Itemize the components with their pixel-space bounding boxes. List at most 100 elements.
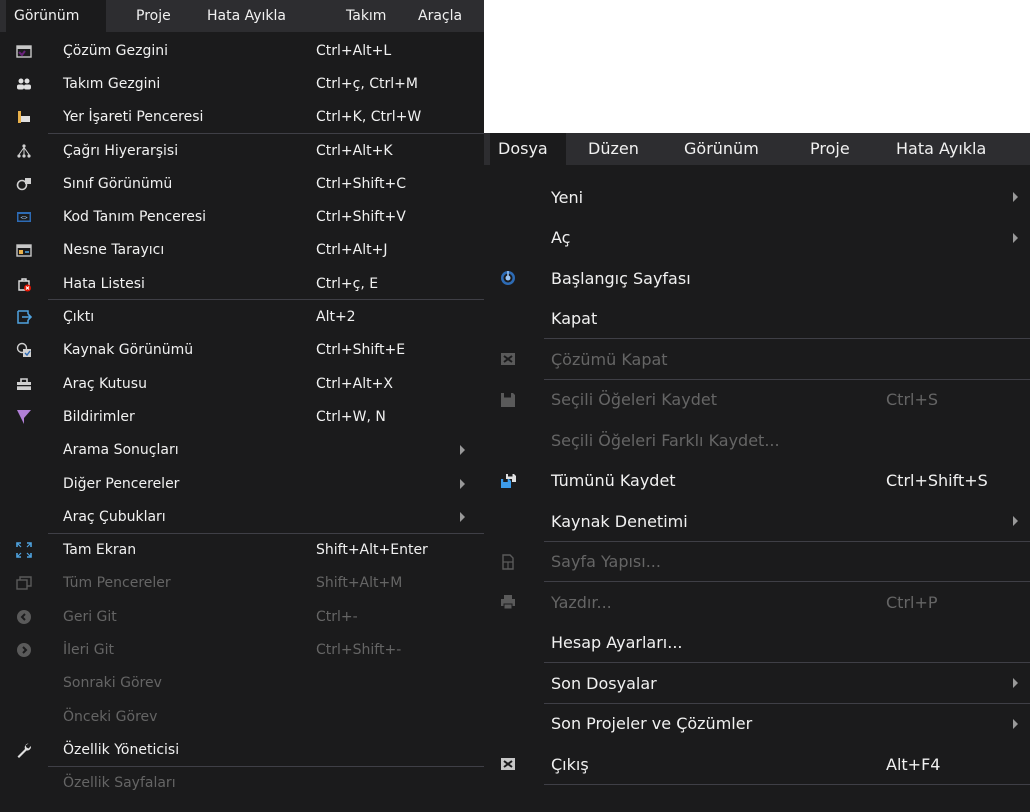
- shortcut-text: Ctrl+Shift+C: [316, 175, 406, 192]
- submenu-arrow-icon: [1013, 678, 1018, 689]
- menu-item-yer-isareti-penceresi[interactable]: Yer İşareti Penceresi Ctrl+K, Ctrl+W: [0, 101, 484, 134]
- menu-item-label: Çözümü Kapat: [551, 349, 668, 369]
- menu-item-cozumu-kapat[interactable]: Çözümü Kapat: [484, 339, 1030, 380]
- menu-item-sinif-gorunumu[interactable]: Sınıf Görünümü Ctrl+Shift+C: [0, 167, 484, 200]
- shortcut-text: Ctrl+Alt+X: [316, 375, 393, 392]
- menu-item-kaynak-denetimi[interactable]: Kaynak Denetimi: [484, 501, 1030, 542]
- menu-separator: [48, 132, 484, 134]
- menu-item-ileri-git[interactable]: İleri Git Ctrl+Shift+-: [0, 633, 484, 666]
- shortcut-text: Ctrl+-: [316, 608, 358, 625]
- menu-item-tumunu-kaydet[interactable]: Tümünü Kaydet Ctrl+Shift+S: [484, 461, 1030, 502]
- menu-separator: [544, 702, 1030, 704]
- menubar-proje[interactable]: Proje: [128, 0, 188, 32]
- menu-item-label: Tümünü Kaydet: [551, 471, 676, 491]
- menu-item-label: Hata Listesi: [63, 275, 145, 292]
- menu-item-diger-pencereler[interactable]: Diğer Pencereler: [0, 467, 484, 500]
- menu-item-label: Araç Çubukları: [63, 508, 166, 525]
- file-menu-panel: Dosya Düzen Görünüm Proje Hata Ayıkla Yeni Aç…: [484, 133, 1030, 812]
- menu-item-arac-cubuklari[interactable]: Araç Çubukları: [0, 500, 484, 533]
- menu-item-label: Aç: [551, 228, 571, 248]
- menu-item-label: Yer İşareti Penceresi: [63, 109, 204, 126]
- menu-item-label: Sonraki Görev: [63, 675, 162, 692]
- menu-item-cikis[interactable]: Çıkış Alt+F4: [484, 744, 1030, 785]
- menu-item-cagri-hiyerarsisi[interactable]: Çağrı Hiyerarşisi Ctrl+Alt+K: [0, 134, 484, 167]
- menu-item-label: Arama Sonuçları: [63, 442, 179, 459]
- menu-item-label: Yazdır...: [551, 592, 612, 612]
- menu-item-tum-pencereler[interactable]: Tüm Pencereler Shift+Alt+M: [0, 567, 484, 600]
- menu-item-label: Yeni: [551, 187, 584, 207]
- bookmark-icon: [18, 111, 30, 124]
- menu-item-label: Tüm Pencereler: [63, 575, 171, 592]
- menubar-hata-ayikla[interactable]: Hata Ayıkla: [199, 0, 327, 32]
- menu-item-onceki-gorev[interactable]: Önceki Görev: [0, 700, 484, 733]
- menu-item-son-projeler-ve-cozumler[interactable]: Son Projeler ve Çözümler: [484, 704, 1030, 745]
- menu-item-label: Başlangıç Sayfası: [551, 268, 691, 288]
- full-screen-icon: [16, 542, 32, 558]
- menu-item-bildirimler[interactable]: Bildirimler Ctrl+W, N: [0, 400, 484, 433]
- shortcut-text: Ctrl+ç, E: [316, 275, 379, 292]
- menu-item-yeni[interactable]: Yeni: [484, 177, 1030, 218]
- menu-item-takim-gezgini[interactable]: Takım Gezgini Ctrl+ç, Ctrl+M: [0, 67, 484, 100]
- menu-item-label: Çıktı: [63, 309, 95, 326]
- resource-view-icon: [16, 343, 31, 358]
- menu-item-label: Seçili Öğeleri Kaydet: [551, 390, 717, 410]
- menu-item-ozellik-yoneticisi[interactable]: Özellik Yöneticisi: [0, 733, 484, 766]
- menu-item-label: Son Dosyalar: [551, 673, 657, 693]
- menubar-gorunum[interactable]: Görünüm: [6, 0, 106, 32]
- shortcut-text: Ctrl+Alt+J: [316, 242, 388, 259]
- menu-item-ac[interactable]: Aç: [484, 218, 1030, 259]
- submenu-arrow-icon: [1013, 718, 1018, 729]
- shortcut-text: Ctrl+Shift+-: [316, 642, 402, 659]
- menu-separator: [544, 378, 1030, 380]
- menu-separator: [48, 532, 484, 534]
- menu-item-hata-listesi[interactable]: Hata Listesi Ctrl+ç, E: [0, 267, 484, 300]
- page-setup-icon: [502, 554, 514, 570]
- shortcut-text: Ctrl+ç, Ctrl+M: [316, 75, 418, 92]
- menu-item-secili-ogeleri-kaydet[interactable]: Seçili Öğeleri Kaydet Ctrl+S: [484, 380, 1030, 421]
- menubar-takim[interactable]: Takım: [338, 0, 396, 32]
- error-list-icon: [18, 278, 31, 292]
- menu-item-kapat[interactable]: Kapat: [484, 299, 1030, 340]
- menu-item-label: Kaynak Denetimi: [551, 511, 688, 531]
- menu-separator: [48, 299, 484, 301]
- menu-item-label: Çözüm Gezgini: [63, 42, 168, 59]
- menu-item-geri-git[interactable]: Geri Git Ctrl+-: [0, 600, 484, 633]
- menubar-gorunum[interactable]: Görünüm: [676, 133, 782, 165]
- menubar-aracla[interactable]: Araçla: [410, 0, 484, 32]
- menu-item-label: Takım Gezgini: [63, 75, 161, 92]
- shortcut-text: Ctrl+W, N: [316, 408, 386, 425]
- menu-item-sayfa-yapisi[interactable]: Sayfa Yapısı...: [484, 542, 1030, 583]
- exit-icon: [501, 758, 515, 771]
- menu-item-kaynak-gorunumu[interactable]: Kaynak Görünümü Ctrl+Shift+E: [0, 334, 484, 367]
- output-icon: [17, 310, 32, 324]
- menu-item-label: Önceki Görev: [63, 708, 158, 725]
- menu-item-label: Nesne Tarayıcı: [63, 242, 165, 259]
- menu-item-tam-ekran[interactable]: Tam Ekran Shift+Alt+Enter: [0, 534, 484, 567]
- menu-item-label: Çağrı Hiyerarşisi: [63, 142, 179, 159]
- menu-item-hesap-ayarlari[interactable]: Hesap Ayarları...: [484, 623, 1030, 664]
- menu-item-label: Seçili Öğeleri Farklı Kaydet...: [551, 430, 780, 450]
- menu-item-cozum-gezgini[interactable]: Çözüm Gezgini Ctrl+Alt+L: [0, 34, 484, 67]
- menu-separator: [544, 540, 1030, 542]
- menu-item-arac-kutusu[interactable]: Araç Kutusu Ctrl+Alt+X: [0, 367, 484, 400]
- menu-item-secili-ogeleri-farkli-kaydet[interactable]: Seçili Öğeleri Farklı Kaydet...: [484, 420, 1030, 461]
- menubar-duzen[interactable]: Düzen: [580, 133, 654, 165]
- menu-item-label: Kod Tanım Penceresi: [63, 209, 207, 226]
- menu-item-ozellik-sayfalari[interactable]: Özellik Sayfaları: [0, 767, 484, 800]
- menu-item-son-dosyalar[interactable]: Son Dosyalar: [484, 663, 1030, 704]
- menu-item-label: İleri Git: [63, 642, 114, 659]
- menu-item-sonraki-gorev[interactable]: Sonraki Görev: [0, 667, 484, 700]
- menu-item-nesne-tarayici[interactable]: Nesne Tarayıcı Ctrl+Alt+J: [0, 234, 484, 267]
- menu-item-arama-sonuclari[interactable]: Arama Sonuçları: [0, 434, 484, 467]
- menu-item-baslangic-sayfasi[interactable]: Başlangıç Sayfası: [484, 258, 1030, 299]
- menu-item-yazdir[interactable]: Yazdır... Ctrl+P: [484, 582, 1030, 623]
- menu-separator: [544, 783, 1030, 785]
- menu-item-cikti[interactable]: Çıktı Alt+2: [0, 300, 484, 333]
- menu-item-kod-tanim-penceresi[interactable]: <> Kod Tanım Penceresi Ctrl+Shift+V: [0, 201, 484, 234]
- menubar-proje[interactable]: Proje: [802, 133, 854, 165]
- print-icon: [501, 595, 515, 610]
- team-explorer-icon: [17, 78, 31, 90]
- menubar-hata-ayikla[interactable]: Hata Ayıkla: [888, 133, 1026, 165]
- navigate-forward-icon: [17, 643, 31, 658]
- menubar-dosya[interactable]: Dosya: [490, 133, 566, 165]
